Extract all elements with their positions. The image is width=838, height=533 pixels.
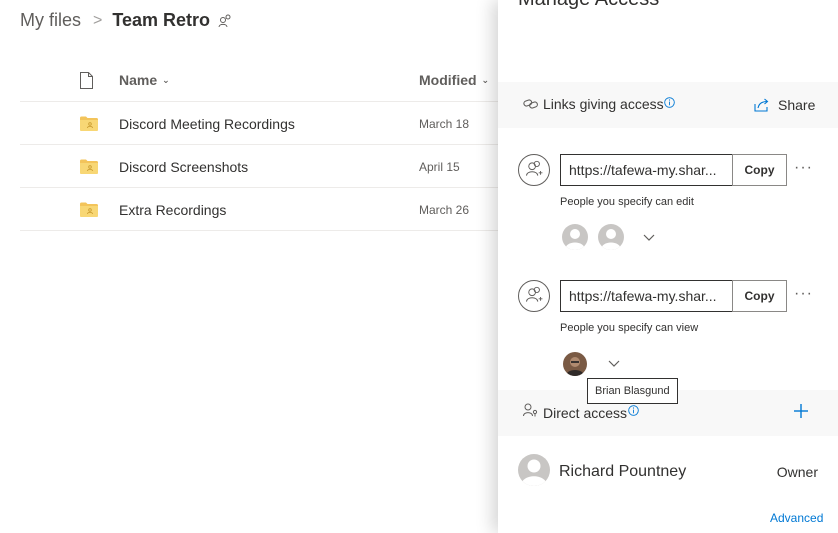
file-type-icon xyxy=(80,72,93,89)
breadcrumb-my-files[interactable]: My files xyxy=(20,10,81,31)
avatar[interactable] xyxy=(518,454,550,486)
folder-icon xyxy=(80,116,98,131)
chevron-down-icon[interactable] xyxy=(608,360,620,368)
row-name[interactable]: Extra Recordings xyxy=(119,202,226,218)
chevron-down-icon: ⌄ xyxy=(162,75,170,85)
column-header-modified-label: Modified xyxy=(419,72,477,88)
avatar-tooltip: Brian Blasgund xyxy=(587,378,678,404)
file-rows: Discord Meeting Recordings March 18 Disc… xyxy=(20,102,520,231)
owner-name: Richard Pountney xyxy=(559,463,687,480)
row-name[interactable]: Discord Meeting Recordings xyxy=(119,116,295,132)
add-people-button[interactable] xyxy=(792,402,810,420)
direct-access-label: Direct access xyxy=(543,405,628,421)
column-header-modified[interactable]: Modified ⌄ xyxy=(419,72,489,88)
chevron-down-icon: ⌄ xyxy=(481,75,490,85)
breadcrumb-separator: > xyxy=(93,11,103,29)
link-permission-text: People you specify can edit xyxy=(560,196,694,208)
avatar[interactable] xyxy=(563,352,587,376)
person-icon xyxy=(565,229,585,250)
share-icon xyxy=(754,98,769,112)
sharing-link-url-field[interactable] xyxy=(560,280,733,312)
links-section-label: Links giving access xyxy=(543,96,664,112)
people-link-icon xyxy=(518,280,550,312)
link-icon xyxy=(523,99,538,109)
links-section-header: Links giving access Share xyxy=(498,82,838,128)
copy-link-button[interactable]: Copy xyxy=(732,280,787,312)
owner-role: Owner xyxy=(776,464,818,480)
breadcrumb: My files > Team Retro xyxy=(20,10,232,31)
share-button[interactable]: Share xyxy=(754,97,815,113)
column-header-name[interactable]: Name ⌄ xyxy=(119,72,170,88)
copy-link-button[interactable]: Copy xyxy=(732,154,787,186)
link-permission-text: People you specify can view xyxy=(560,322,699,334)
column-header-name-label: Name xyxy=(119,72,158,88)
direct-access-owner-row: Richard Pountney Owner xyxy=(518,454,828,488)
user-photo-icon xyxy=(563,352,587,376)
table-row[interactable]: Extra Recordings March 26 xyxy=(20,188,520,231)
table-row[interactable]: Discord Screenshots April 15 xyxy=(20,145,520,188)
row-modified: April 15 xyxy=(419,160,460,174)
row-modified: March 26 xyxy=(419,203,470,217)
row-name[interactable]: Discord Screenshots xyxy=(119,159,248,175)
avatar[interactable] xyxy=(598,224,624,250)
sharing-link-url-field[interactable] xyxy=(560,154,733,186)
share-button-label: Share xyxy=(778,97,816,113)
folder-icon xyxy=(80,202,98,217)
breadcrumb-current-folder: Team Retro xyxy=(112,10,211,30)
more-options-button[interactable]: ··· xyxy=(794,285,813,303)
more-options-button[interactable]: ··· xyxy=(794,159,813,177)
info-icon[interactable] xyxy=(628,405,639,416)
list-header: Name ⌄ Modified ⌄ xyxy=(20,62,520,102)
person-icon xyxy=(601,229,621,250)
person-icon xyxy=(521,459,547,486)
shared-folder-icon xyxy=(218,14,231,27)
people-link-icon xyxy=(518,154,550,186)
avatar[interactable] xyxy=(562,224,588,250)
row-modified: March 18 xyxy=(419,117,470,131)
file-list-pane: My files > Team Retro Name ⌄ Modified ⌄ xyxy=(0,0,520,533)
table-row[interactable]: Discord Meeting Recordings March 18 xyxy=(20,102,520,145)
person-key-icon xyxy=(523,403,538,417)
manage-access-panel: Manage Access Links giving access Share xyxy=(498,0,838,533)
info-icon[interactable] xyxy=(664,97,675,108)
chevron-down-icon[interactable] xyxy=(643,234,655,242)
panel-title: Manage Access xyxy=(518,0,659,11)
folder-icon xyxy=(80,159,98,174)
advanced-link[interactable]: Advanced xyxy=(770,511,823,525)
